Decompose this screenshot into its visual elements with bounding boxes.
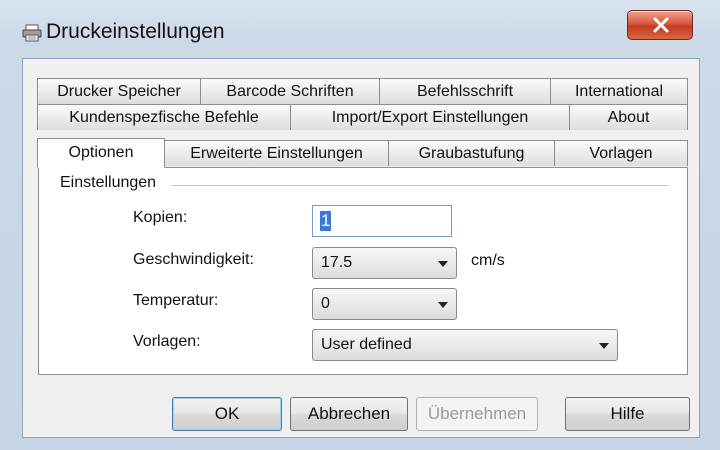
ok-button[interactable]: OK (172, 397, 282, 431)
help-button[interactable]: Hilfe (565, 397, 690, 431)
templates-value: User defined (321, 336, 412, 353)
group-divider (171, 185, 669, 186)
tab-barcode-schriften[interactable]: Barcode Schriften (200, 78, 380, 104)
temperature-select[interactable]: 0 (312, 288, 457, 320)
temperature-value: 0 (321, 295, 330, 312)
tab-befehlsschrift[interactable]: Befehlsschrift (379, 78, 551, 104)
chevron-down-icon (599, 343, 609, 349)
copies-label: Kopien: (133, 209, 188, 226)
print-settings-window: Druckeinstellungen Drucker Speicher Barc… (0, 0, 720, 450)
cancel-button[interactable]: Abbrechen (290, 397, 408, 431)
tab-international[interactable]: International (550, 78, 688, 104)
title-bar[interactable]: Druckeinstellungen (0, 0, 720, 58)
window-title: Druckeinstellungen (46, 20, 225, 43)
tab-optionen[interactable]: Optionen (37, 138, 165, 168)
tab-erweiterte-einstellungen[interactable]: Erweiterte Einstellungen (164, 140, 389, 166)
tab-kundenspezifische-befehle[interactable]: Kundenspezfische Befehle (37, 104, 291, 130)
group-label-einstellungen: Einstellungen (60, 174, 165, 192)
copies-input[interactable]: 1 (312, 205, 452, 237)
tab-import-export[interactable]: Import/Export Einstellungen (290, 104, 570, 130)
templates-label: Vorlagen: (133, 333, 201, 350)
tab-graubastufung[interactable]: Graubastufung (388, 140, 555, 166)
tab-vorlagen[interactable]: Vorlagen (554, 140, 688, 166)
tab-about[interactable]: About (569, 104, 688, 130)
copies-value: 1 (320, 211, 332, 231)
close-icon (653, 17, 669, 33)
speed-select[interactable]: 17.5 (312, 247, 457, 279)
speed-label: Geschwindigkeit: (133, 251, 254, 268)
printer-icon (22, 24, 42, 42)
templates-select[interactable]: User defined (312, 329, 618, 361)
tab-drucker-speicher[interactable]: Drucker Speicher (37, 78, 201, 104)
temperature-label: Temperatur: (133, 292, 219, 309)
dialog-body: Drucker Speicher Barcode Schriften Befeh… (22, 58, 700, 438)
options-panel: Einstellungen Kopien: 1 Geschwindigkeit:… (38, 167, 688, 375)
speed-unit: cm/s (471, 252, 505, 269)
chevron-down-icon (438, 261, 448, 267)
chevron-down-icon (438, 302, 448, 308)
speed-value: 17.5 (321, 254, 353, 271)
close-button[interactable] (627, 10, 693, 40)
apply-button[interactable]: Übernehmen (416, 397, 538, 431)
